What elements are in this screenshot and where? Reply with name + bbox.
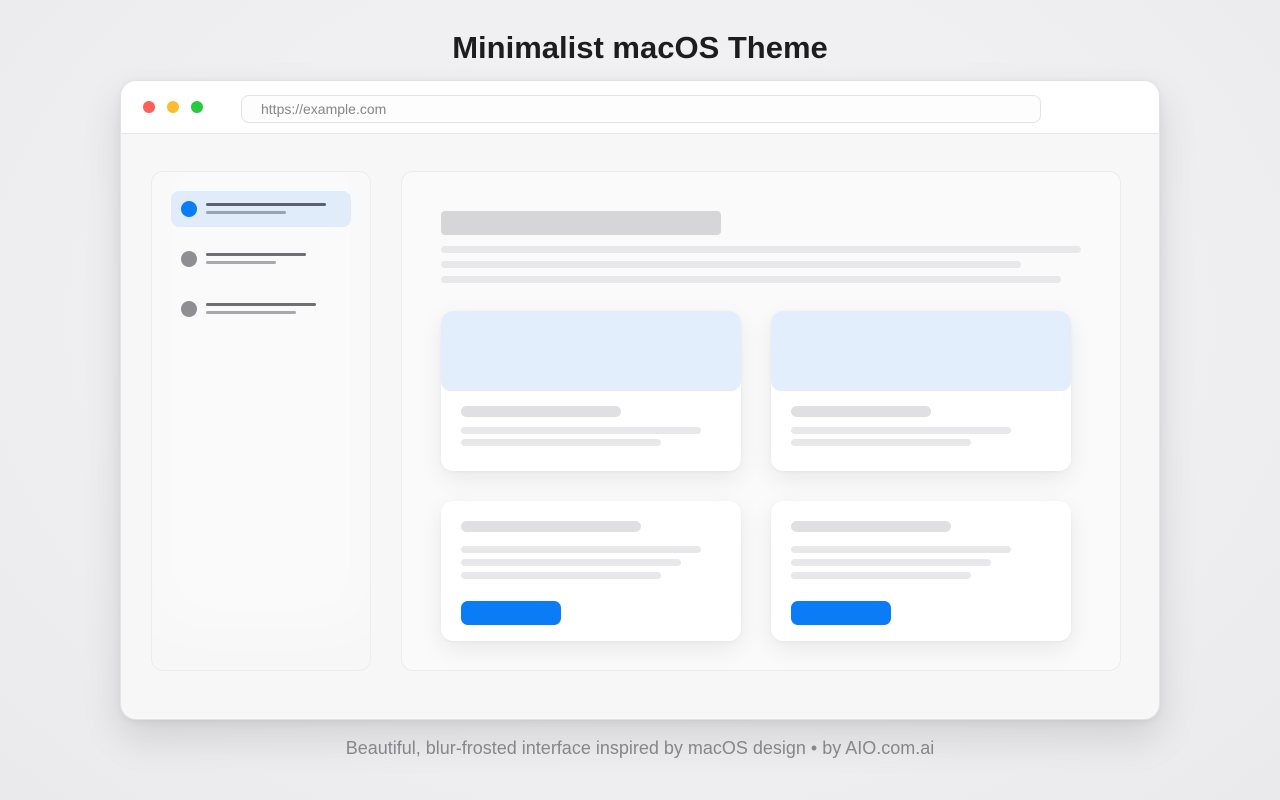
card-title-placeholder [461,521,641,532]
card-action-button[interactable] [791,601,891,625]
circle-icon [181,301,197,317]
circle-icon [181,251,197,267]
card-3 [441,501,741,641]
card-image-placeholder [441,311,741,391]
sidebar-item-subtitle-placeholder [206,261,276,264]
card-2 [771,311,1071,471]
sidebar-item-1[interactable] [171,191,351,227]
sidebar-item-3[interactable] [171,291,351,327]
card-title-placeholder [791,521,951,532]
heading-placeholder [441,211,721,235]
card-4 [771,501,1071,641]
title-bar: https://example.com [121,81,1159,134]
card-text-placeholder [791,427,1011,434]
page-title: Minimalist macOS Theme [452,30,828,65]
card-text-placeholder [461,439,661,446]
text-line-placeholder [441,246,1081,253]
card-text-placeholder [461,427,701,434]
card-action-button[interactable] [461,601,561,625]
sidebar-item-title-placeholder [206,303,316,306]
card-title-placeholder [461,406,621,417]
card-1 [441,311,741,471]
browser-window: https://example.com [120,80,1160,720]
card-text-placeholder [791,546,1011,553]
sidebar-item-2[interactable] [171,241,351,277]
text-line-placeholder [441,261,1021,268]
text-line-placeholder [441,276,1061,283]
sidebar-item-title-placeholder [206,203,326,206]
main-content [401,171,1121,671]
footer-caption: Beautiful, blur-frosted interface inspir… [345,738,935,758]
url-bar[interactable]: https://example.com [241,95,1041,123]
minimize-dot-icon[interactable] [167,101,179,113]
card-text-placeholder [461,546,701,553]
card-title-placeholder [791,406,931,417]
card-text-placeholder [461,572,661,579]
sidebar-item-title-placeholder [206,253,306,256]
maximize-dot-icon[interactable] [191,101,203,113]
card-text-placeholder [461,559,681,566]
sidebar [151,171,371,671]
card-text-placeholder [791,439,971,446]
close-dot-icon[interactable] [143,101,155,113]
card-text-placeholder [791,572,971,579]
sidebar-item-subtitle-placeholder [206,311,296,314]
circle-icon [181,201,197,217]
card-text-placeholder [791,559,991,566]
sidebar-item-subtitle-placeholder [206,211,286,214]
card-image-placeholder [771,311,1071,391]
